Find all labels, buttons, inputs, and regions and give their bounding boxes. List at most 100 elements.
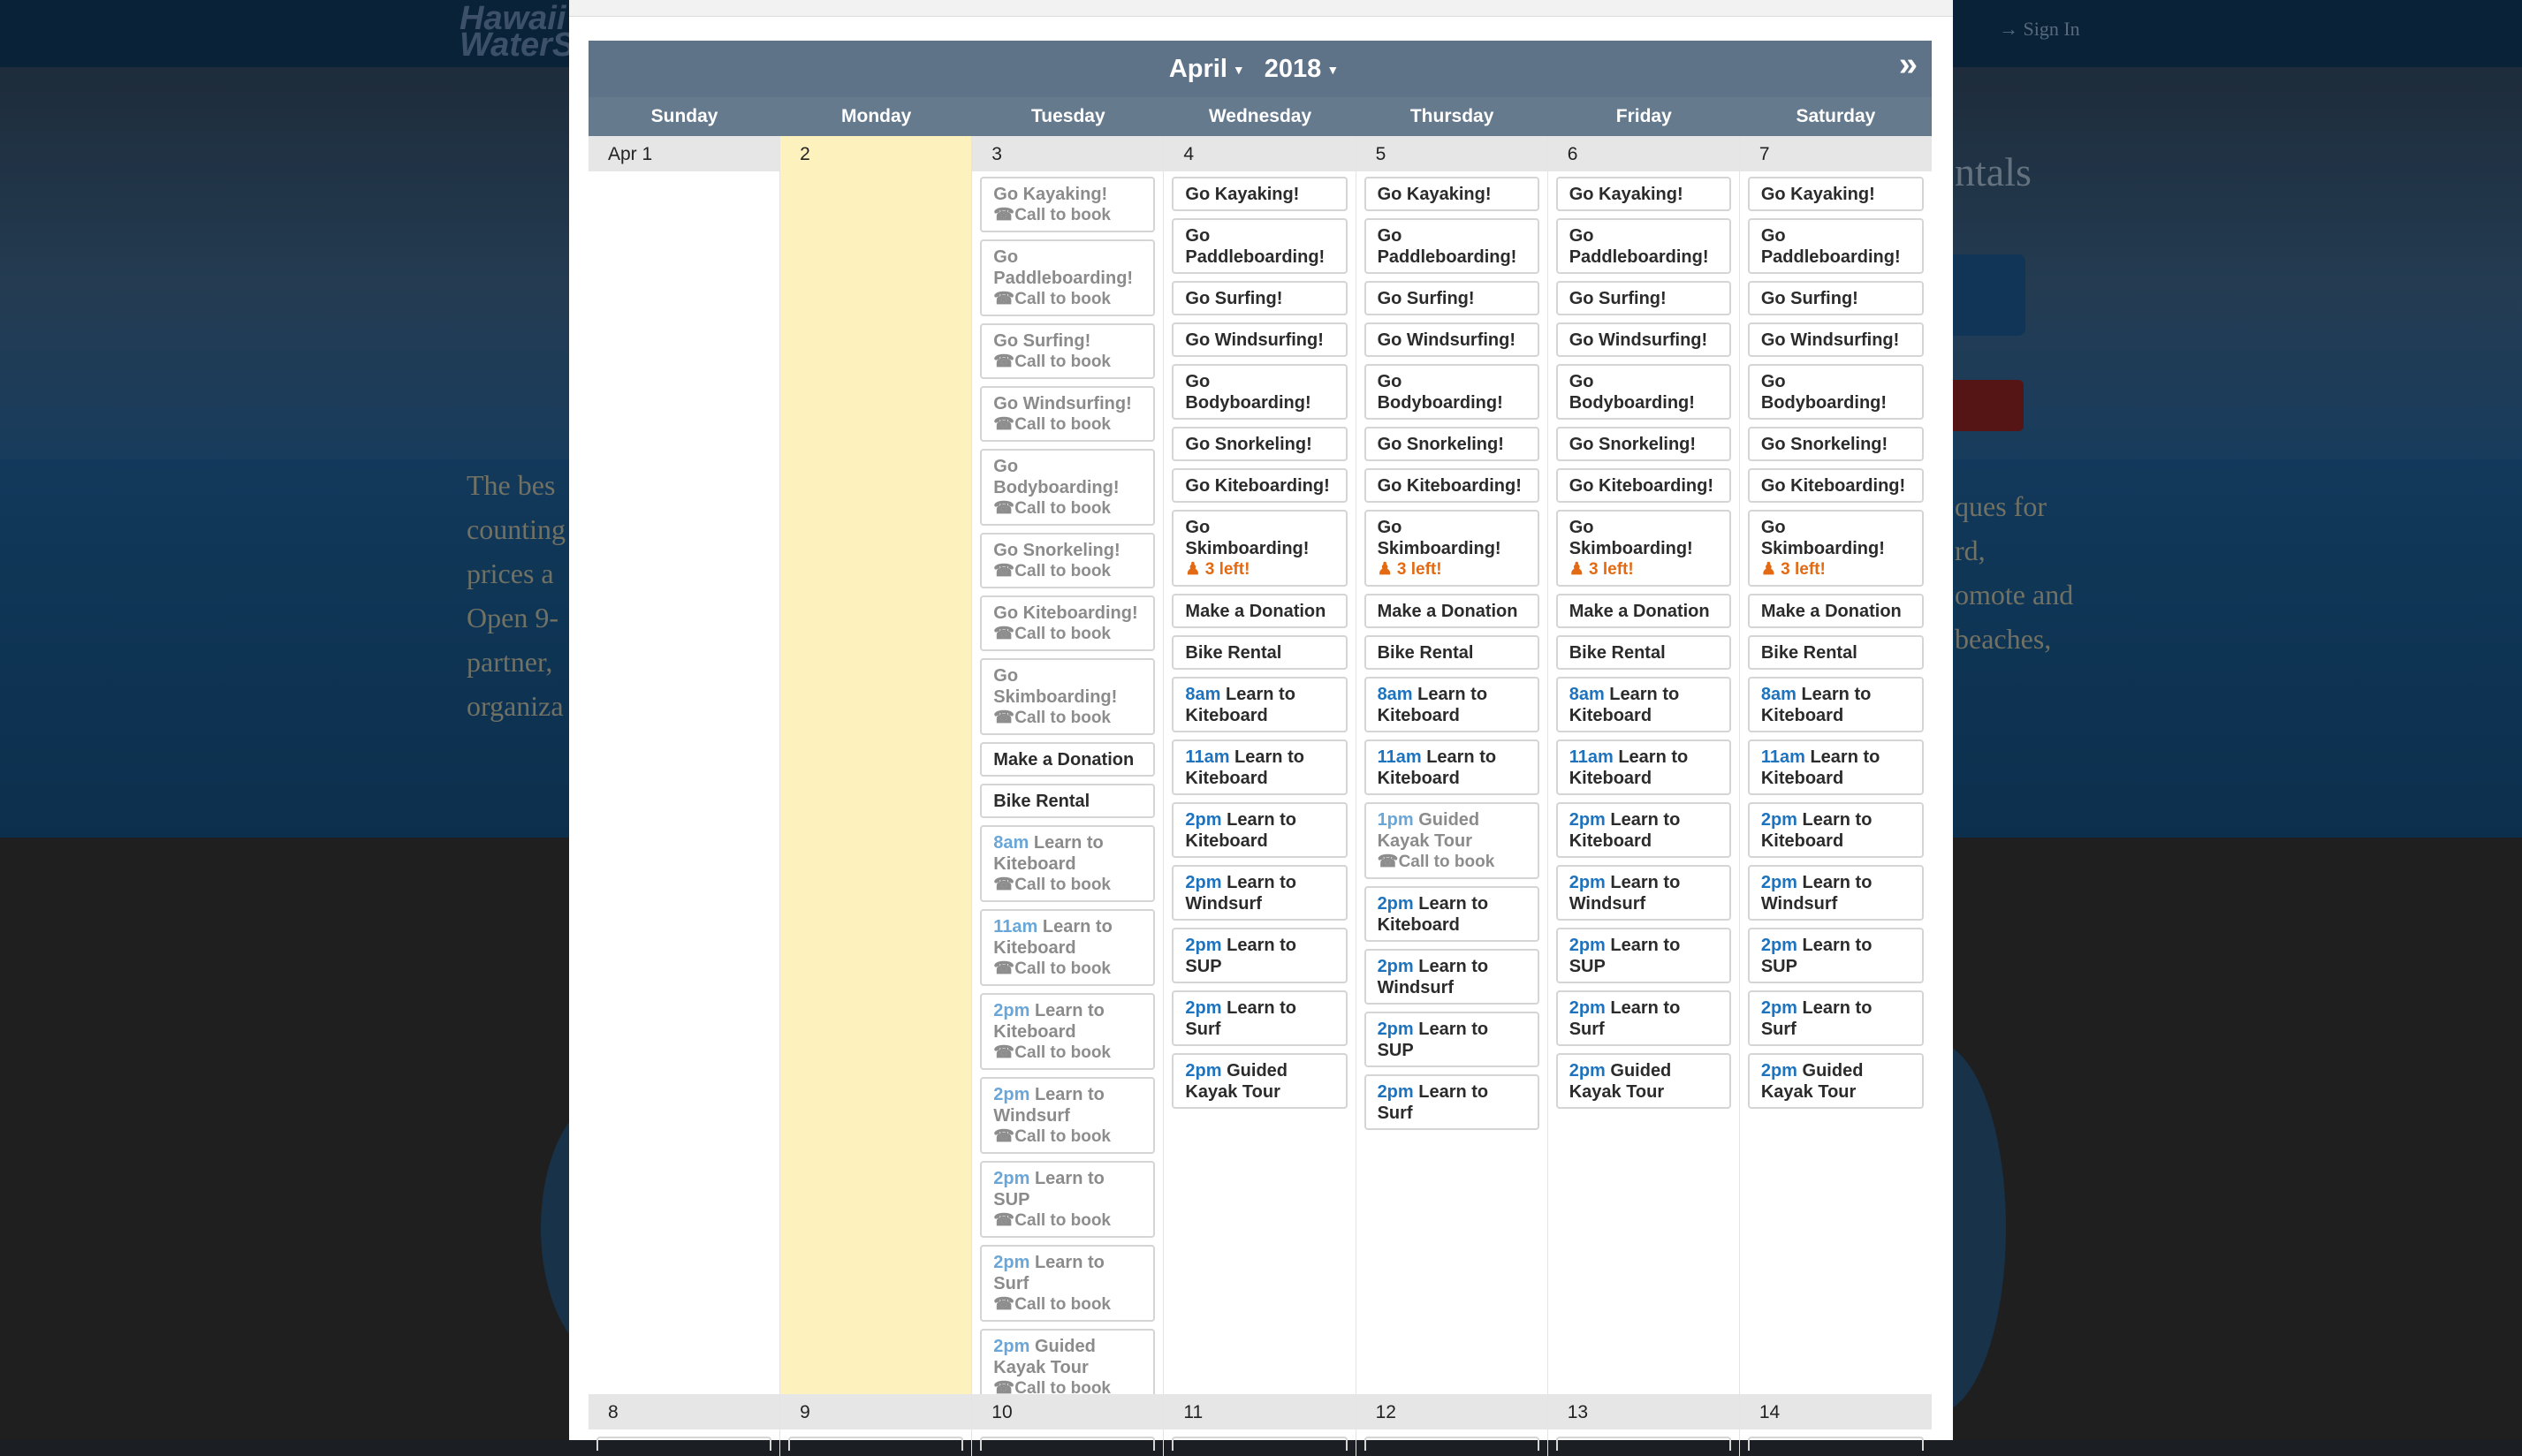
day-cell[interactable]: 13 bbox=[1547, 1394, 1740, 1456]
day-cell[interactable]: 14 bbox=[1739, 1394, 1932, 1456]
event-item[interactable]: Bike Rental bbox=[1364, 635, 1539, 670]
event-item[interactable]: Go Skimboarding! ♟ 3 left! bbox=[1747, 510, 1924, 587]
event-item[interactable] bbox=[1364, 1437, 1539, 1451]
event-item[interactable]: 2pm Guided Kayak Tour bbox=[1172, 1053, 1348, 1109]
event-item[interactable]: Go Surfing! bbox=[1364, 281, 1539, 315]
event-item[interactable]: 2pm Learn to Surf bbox=[1364, 1074, 1539, 1130]
day-cell[interactable]: 6 Go Kayaking! Go Paddleboarding! Go Surfin… bbox=[1547, 136, 1740, 1394]
day-cell[interactable]: 9 bbox=[780, 1394, 973, 1456]
event-item[interactable]: Go Paddleboarding! bbox=[1747, 218, 1924, 274]
day-cell[interactable]: 5 Go Kayaking! Go Paddleboarding! Go Surfin… bbox=[1356, 136, 1548, 1394]
event-item[interactable]: 2pm Learn to Kiteboard bbox=[1555, 802, 1731, 858]
event-item[interactable]: Go Bodyboarding! bbox=[1364, 364, 1539, 420]
event-item[interactable]: Go Kiteboarding! bbox=[1172, 468, 1348, 503]
event-item[interactable]: 11am Learn to Kiteboard bbox=[1747, 739, 1924, 795]
event-item[interactable]: Go Paddleboarding! bbox=[1555, 218, 1731, 274]
event-item[interactable]: Go Surfing! ☎Call to book bbox=[980, 323, 1156, 379]
event-item[interactable]: 2pm Learn to SUP ☎Call to book bbox=[980, 1161, 1156, 1238]
event-item[interactable] bbox=[788, 1437, 964, 1451]
event-item[interactable]: 2pm Learn to Surf bbox=[1747, 990, 1924, 1046]
event-item[interactable]: Go Paddleboarding! bbox=[1364, 218, 1539, 274]
event-item[interactable]: Go Snorkeling! bbox=[1364, 427, 1539, 461]
event-item[interactable]: Go Surfing! bbox=[1747, 281, 1924, 315]
event-item[interactable] bbox=[1172, 1437, 1348, 1451]
event-item[interactable]: Bike Rental bbox=[1172, 635, 1348, 670]
event-item[interactable]: 1pm Guided Kayak Tour ☎Call to book bbox=[1364, 802, 1539, 879]
event-item[interactable]: Go Kayaking! bbox=[1364, 177, 1539, 211]
event-item[interactable]: Go Snorkeling! bbox=[1172, 427, 1348, 461]
event-item[interactable]: 2pm Learn to Kiteboard bbox=[1172, 802, 1348, 858]
day-cell[interactable]: 8 bbox=[589, 1394, 781, 1456]
event-item[interactable]: Go Kayaking! bbox=[1747, 177, 1924, 211]
month-select[interactable]: April ▼ bbox=[1169, 55, 1257, 83]
event-item[interactable]: Go Bodyboarding! bbox=[1555, 364, 1731, 420]
day-cell-today[interactable]: 2 bbox=[780, 136, 973, 1394]
event-item[interactable]: Make a Donation bbox=[1747, 594, 1924, 628]
event-item[interactable]: Go Kayaking! ☎Call to book bbox=[980, 177, 1156, 232]
event-item[interactable]: Go Snorkeling! bbox=[1747, 427, 1924, 461]
event-item[interactable]: Bike Rental bbox=[1555, 635, 1731, 670]
event-item[interactable]: 2pm Learn to Surf ☎Call to book bbox=[980, 1245, 1156, 1322]
event-item[interactable]: Go Windsurfing! bbox=[1747, 322, 1924, 357]
event-item[interactable]: 2pm Learn to Windsurf bbox=[1747, 865, 1924, 921]
day-cell[interactable]: 11 bbox=[1164, 1394, 1356, 1456]
event-item[interactable]: Go Skimboarding! ♟ 3 left! bbox=[1364, 510, 1539, 587]
event-item[interactable]: Go Paddleboarding! bbox=[1172, 218, 1348, 274]
event-item[interactable]: Go Paddleboarding! ☎Call to book bbox=[980, 239, 1156, 316]
event-item[interactable]: 2pm Learn to Windsurf bbox=[1555, 865, 1731, 921]
event-item[interactable]: Go Surfing! bbox=[1555, 281, 1731, 315]
event-item[interactable]: Go Kiteboarding! ☎Call to book bbox=[980, 595, 1156, 651]
event-item[interactable]: 8am Learn to Kiteboard ☎Call to book bbox=[980, 825, 1156, 902]
event-item[interactable]: Go Kiteboarding! bbox=[1364, 468, 1539, 503]
event-item[interactable]: 2pm Guided Kayak Tour bbox=[1555, 1053, 1731, 1109]
day-cell[interactable]: 4 Go Kayaking! Go Paddleboarding! Go Surfin… bbox=[1164, 136, 1356, 1394]
event-item[interactable]: Go Surfing! bbox=[1172, 281, 1348, 315]
event-item[interactable] bbox=[1555, 1437, 1731, 1451]
event-item[interactable]: Go Snorkeling! ☎Call to book bbox=[980, 533, 1156, 588]
event-item[interactable]: 11am Learn to Kiteboard bbox=[1364, 739, 1539, 795]
event-item[interactable]: 8am Learn to Kiteboard bbox=[1747, 677, 1924, 732]
next-month-button[interactable]: » bbox=[1899, 46, 1918, 84]
event-item[interactable]: Go Kiteboarding! bbox=[1555, 468, 1731, 503]
event-item[interactable]: Go Kayaking! bbox=[1172, 177, 1348, 211]
event-item[interactable]: Go Windsurfing! ☎Call to book bbox=[980, 386, 1156, 442]
event-item[interactable]: 2pm Learn to SUP bbox=[1747, 928, 1924, 983]
event-item[interactable]: 2pm Learn to SUP bbox=[1364, 1012, 1539, 1067]
event-item[interactable]: Go Kiteboarding! bbox=[1747, 468, 1924, 503]
day-cell[interactable]: Apr 1 bbox=[589, 136, 781, 1394]
event-item[interactable]: 2pm Learn to Kiteboard bbox=[1747, 802, 1924, 858]
day-cell[interactable]: 12 bbox=[1356, 1394, 1548, 1456]
event-item[interactable]: Go Skimboarding! ♟ 3 left! bbox=[1555, 510, 1731, 587]
event-item[interactable]: 11am Learn to Kiteboard bbox=[1555, 739, 1731, 795]
event-item[interactable]: 2pm Learn to Windsurf bbox=[1364, 949, 1539, 1005]
event-item[interactable]: 2pm Learn to Windsurf ☎Call to book bbox=[980, 1077, 1156, 1154]
event-item[interactable]: Make a Donation bbox=[1555, 594, 1731, 628]
event-item[interactable]: 8am Learn to Kiteboard bbox=[1172, 677, 1348, 732]
event-item[interactable]: 8am Learn to Kiteboard bbox=[1364, 677, 1539, 732]
day-cell[interactable]: 10 bbox=[972, 1394, 1165, 1456]
event-item[interactable]: Bike Rental bbox=[1747, 635, 1924, 670]
event-item[interactable]: Go Windsurfing! bbox=[1172, 322, 1348, 357]
event-item[interactable]: Make a Donation bbox=[1172, 594, 1348, 628]
event-item[interactable]: Go Bodyboarding! bbox=[1172, 364, 1348, 420]
event-item[interactable]: Bike Rental bbox=[980, 784, 1156, 818]
event-item[interactable]: 2pm Learn to Surf bbox=[1555, 990, 1731, 1046]
event-item[interactable]: 2pm Learn to Kiteboard bbox=[1364, 886, 1539, 942]
event-item[interactable]: Go Bodyboarding! bbox=[1747, 364, 1924, 420]
event-item[interactable]: Make a Donation bbox=[1364, 594, 1539, 628]
event-item[interactable]: 11am Learn to Kiteboard bbox=[1172, 739, 1348, 795]
event-item[interactable]: Go Snorkeling! bbox=[1555, 427, 1731, 461]
event-item[interactable]: Go Windsurfing! bbox=[1364, 322, 1539, 357]
day-cell[interactable]: 3 Go Kayaking! ☎Call to book Go Paddleboard… bbox=[972, 136, 1165, 1406]
event-item[interactable]: Go Bodyboarding! ☎Call to book bbox=[980, 449, 1156, 526]
event-item[interactable]: 8am Learn to Kiteboard bbox=[1555, 677, 1731, 732]
event-item[interactable]: 2pm Guided Kayak Tour bbox=[1747, 1053, 1924, 1109]
event-item[interactable]: 2pm Learn to Kiteboard ☎Call to book bbox=[980, 993, 1156, 1070]
event-item[interactable]: Go Kayaking! bbox=[1555, 177, 1731, 211]
event-item[interactable] bbox=[596, 1437, 772, 1451]
event-item[interactable]: 11am Learn to Kiteboard ☎Call to book bbox=[980, 909, 1156, 986]
event-item[interactable]: 2pm Learn to Windsurf bbox=[1172, 865, 1348, 921]
event-item[interactable] bbox=[980, 1437, 1156, 1451]
event-item[interactable]: Go Skimboarding! ☎Call to book bbox=[980, 658, 1156, 735]
event-item[interactable]: Go Skimboarding! ♟ 3 left! bbox=[1172, 510, 1348, 587]
